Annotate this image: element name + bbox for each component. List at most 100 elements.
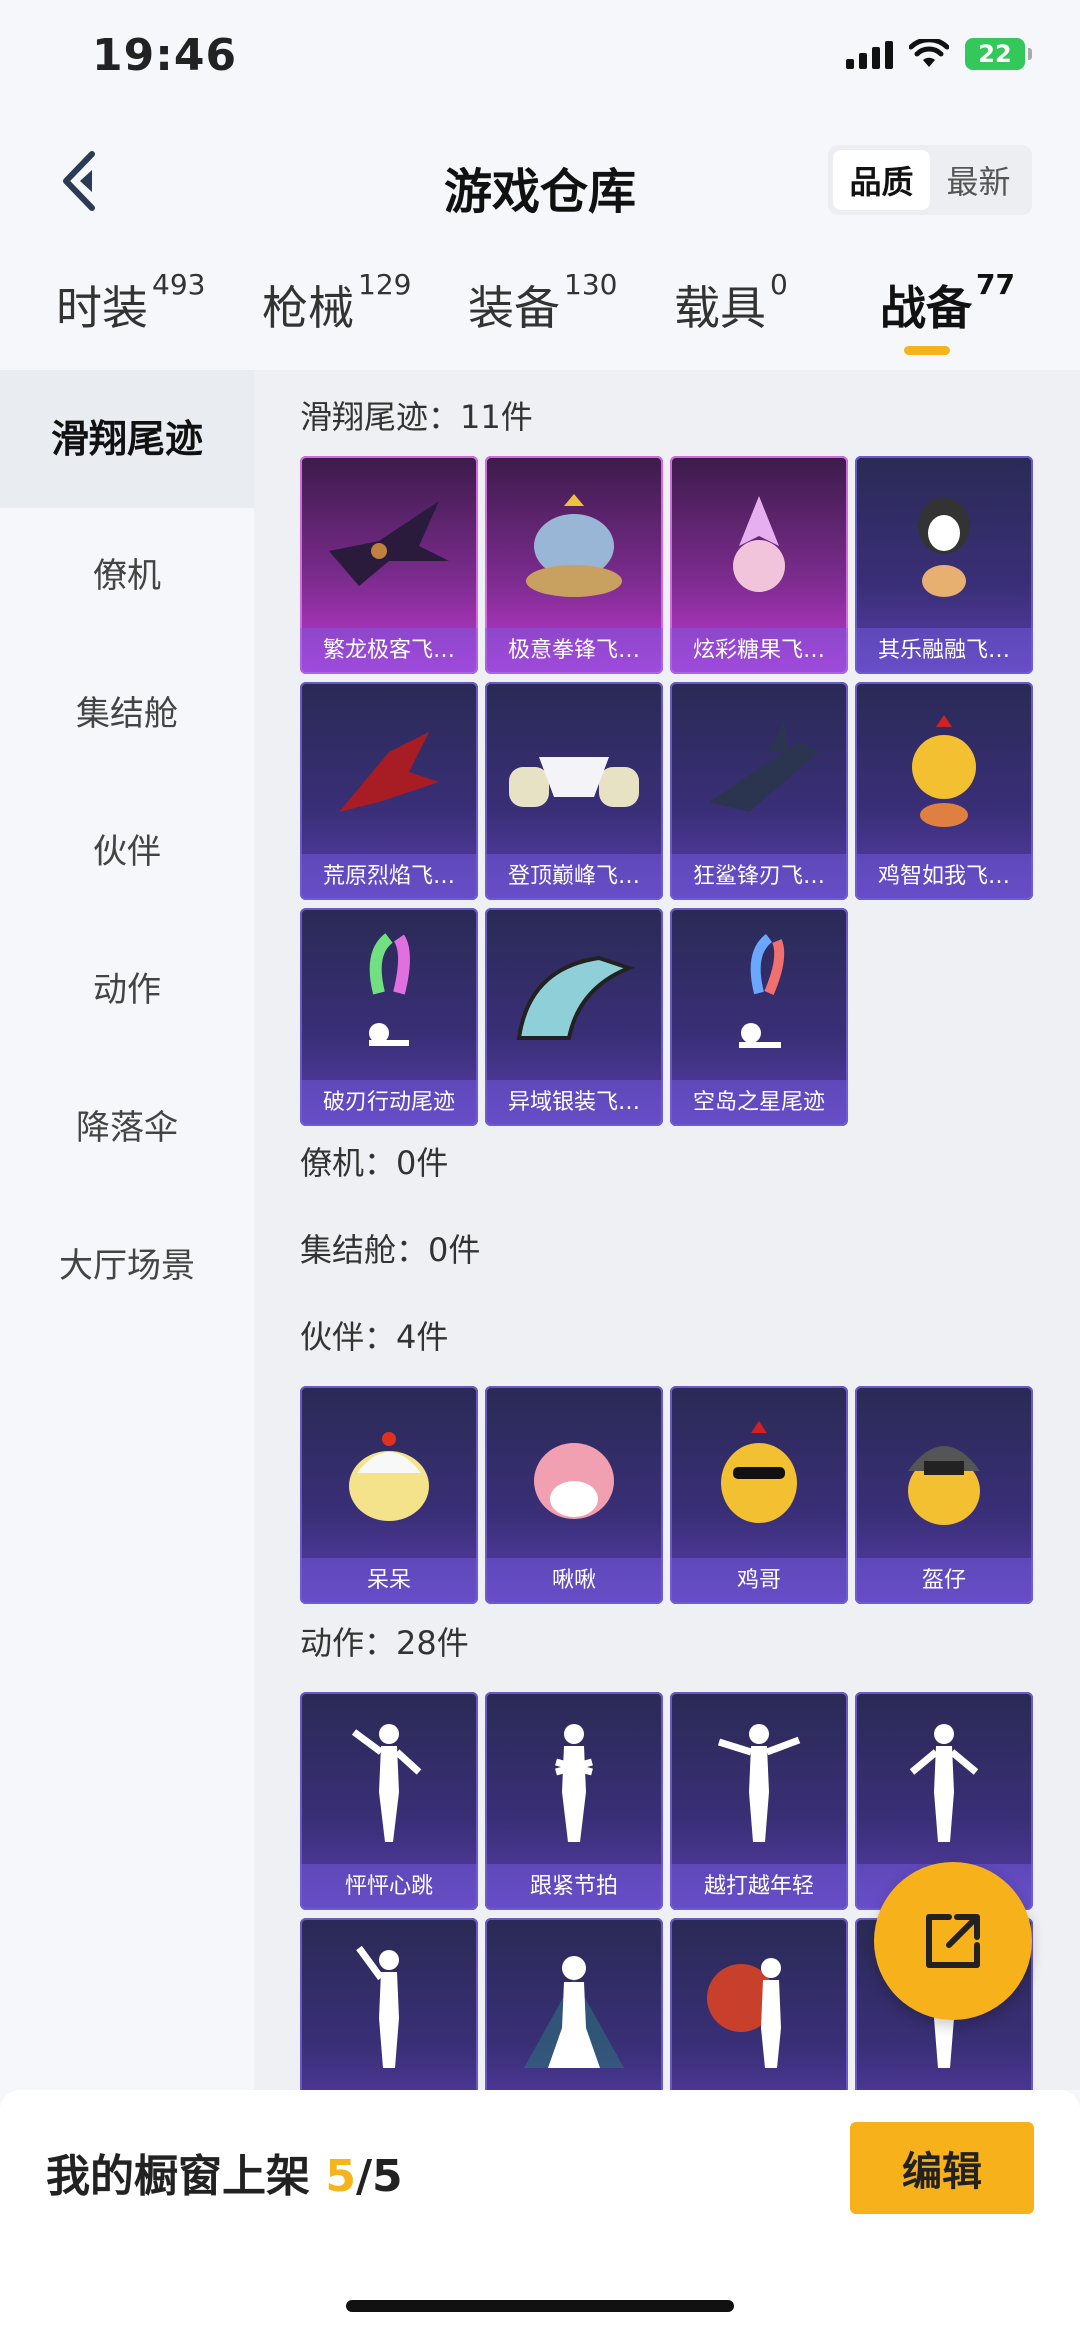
item-card[interactable]: 破刃行动尾迹 bbox=[300, 908, 478, 1126]
item-image bbox=[855, 1406, 1033, 1546]
battery-icon: 22 bbox=[965, 38, 1032, 70]
item-image bbox=[670, 1938, 848, 2078]
tab-vehicles[interactable]: 载具 0 bbox=[674, 268, 788, 338]
cellular-signal-icon bbox=[846, 39, 893, 69]
item-card[interactable]: 越打越年轻 bbox=[670, 1692, 848, 1910]
item-card[interactable]: 异域银装飞… bbox=[485, 908, 663, 1126]
active-tab-indicator bbox=[904, 346, 950, 355]
item-image bbox=[485, 1406, 663, 1546]
item-card[interactable]: 极意拳锋飞… bbox=[485, 456, 663, 674]
item-image bbox=[485, 1938, 663, 2078]
item-card[interactable]: 登顶巅峰飞… bbox=[485, 682, 663, 900]
item-card[interactable]: 盔仔 bbox=[855, 1386, 1033, 1604]
item-image bbox=[300, 1406, 478, 1546]
tab-count: 129 bbox=[358, 268, 412, 301]
tab-count: 130 bbox=[564, 268, 618, 301]
item-card[interactable]: 呆呆 bbox=[300, 1386, 478, 1604]
item-image bbox=[485, 928, 663, 1068]
sidebar-item-parachute[interactable]: 降落伞 bbox=[0, 1100, 254, 1149]
item-card[interactable] bbox=[485, 1918, 663, 2090]
item-label: 登顶巅峰飞… bbox=[485, 854, 663, 900]
item-image bbox=[855, 702, 1033, 842]
item-label: 呆呆 bbox=[300, 1558, 478, 1604]
sidebar: 滑翔尾迹 僚机 集结舱 伙伴 动作 降落伞 大厅场景 bbox=[0, 370, 254, 2090]
item-image bbox=[670, 476, 848, 616]
item-image bbox=[300, 928, 478, 1068]
section-title-emote: 动作：28件 bbox=[300, 1624, 469, 1662]
item-card[interactable]: 鸡智如我飞… bbox=[855, 682, 1033, 900]
item-image bbox=[855, 1712, 1033, 1852]
item-grid-panel[interactable]: 滑翔尾迹：11件 繁龙极客飞… 极意拳锋飞… 炫彩糖果飞… 其乐融融飞… 荒原烈… bbox=[254, 370, 1080, 2090]
item-card[interactable]: 荒原烈焰飞… bbox=[300, 682, 478, 900]
tab-fashion[interactable]: 时装 493 bbox=[56, 268, 205, 338]
item-image bbox=[670, 1712, 848, 1852]
item-label: 鸡哥 bbox=[670, 1558, 848, 1604]
item-label: 破刃行动尾迹 bbox=[300, 1080, 478, 1126]
item-label: 鸡智如我飞… bbox=[855, 854, 1033, 900]
item-label: 异域银装飞… bbox=[485, 1080, 663, 1126]
tab-gear[interactable]: 战备 77 bbox=[880, 268, 1015, 338]
item-label: 狂鲨锋刃飞… bbox=[670, 854, 848, 900]
sidebar-item-glide-trail[interactable]: 滑翔尾迹 bbox=[0, 370, 254, 508]
sidebar-item-partner[interactable]: 伙伴 bbox=[0, 824, 254, 873]
item-image bbox=[670, 702, 848, 842]
section-title-partner: 伙伴：4件 bbox=[300, 1318, 449, 1356]
tab-count: 493 bbox=[152, 268, 206, 301]
item-card[interactable]: 怦怦心跳 bbox=[300, 1692, 478, 1910]
item-card[interactable]: 繁龙极客飞… bbox=[300, 456, 478, 674]
tab-label: 载具 bbox=[674, 281, 766, 335]
item-card[interactable] bbox=[300, 1918, 478, 2090]
share-button[interactable] bbox=[874, 1862, 1032, 2020]
item-card[interactable]: 空岛之星尾迹 bbox=[670, 908, 848, 1126]
header: 游戏仓库 品质 最新 bbox=[0, 120, 1080, 240]
sidebar-item-assembly-pod[interactable]: 集结舱 bbox=[0, 686, 254, 735]
sort-newest-button[interactable]: 最新 bbox=[930, 150, 1027, 210]
sort-toggle[interactable]: 品质 最新 bbox=[828, 145, 1032, 215]
tab-count: 0 bbox=[770, 268, 788, 301]
item-card[interactable]: 啾啾 bbox=[485, 1386, 663, 1604]
item-label: 繁龙极客飞… bbox=[300, 628, 478, 674]
item-card[interactable]: 跟紧节拍 bbox=[485, 1692, 663, 1910]
item-image bbox=[485, 702, 663, 842]
tab-equipment[interactable]: 装备 130 bbox=[468, 268, 617, 338]
item-card[interactable]: 炫彩糖果飞… bbox=[670, 456, 848, 674]
item-image bbox=[485, 476, 663, 616]
status-icons: 22 bbox=[846, 38, 1032, 70]
share-external-icon bbox=[926, 1914, 980, 1968]
item-label: 荒原烈焰飞… bbox=[300, 854, 478, 900]
item-label: 啾啾 bbox=[485, 1558, 663, 1604]
tab-weapons[interactable]: 枪械 129 bbox=[262, 268, 411, 338]
item-image bbox=[300, 476, 478, 616]
showcase-current: 5 bbox=[325, 2151, 356, 2202]
tab-label: 战备 bbox=[880, 281, 972, 335]
item-label: 炫彩糖果飞… bbox=[670, 628, 848, 674]
tab-label: 装备 bbox=[468, 281, 560, 335]
item-label: 怦怦心跳 bbox=[300, 1864, 478, 1910]
item-card[interactable] bbox=[670, 1918, 848, 2090]
status-bar: 19:46 22 bbox=[0, 0, 1080, 120]
sidebar-item-lobby-scene[interactable]: 大厅场景 bbox=[0, 1238, 254, 1287]
sidebar-item-emote[interactable]: 动作 bbox=[0, 962, 254, 1011]
tab-label: 时装 bbox=[56, 281, 148, 335]
item-image bbox=[855, 476, 1033, 616]
item-label: 跟紧节拍 bbox=[485, 1864, 663, 1910]
item-label: 极意拳锋飞… bbox=[485, 628, 663, 674]
section-title-wingman: 僚机：0件 bbox=[300, 1144, 449, 1182]
item-card[interactable]: 其乐融融飞… bbox=[855, 456, 1033, 674]
home-indicator bbox=[346, 2300, 734, 2312]
sort-quality-button[interactable]: 品质 bbox=[833, 150, 930, 210]
item-label: 越打越年轻 bbox=[670, 1864, 848, 1910]
tab-count: 77 bbox=[976, 268, 1015, 301]
sidebar-item-wingman[interactable]: 僚机 bbox=[0, 548, 254, 597]
item-card[interactable]: 鸡哥 bbox=[670, 1386, 848, 1604]
wifi-icon bbox=[909, 39, 949, 67]
item-card[interactable]: 狂鲨锋刃飞… bbox=[670, 682, 848, 900]
item-label: 空岛之星尾迹 bbox=[670, 1080, 848, 1126]
item-image bbox=[485, 1712, 663, 1852]
battery-level: 22 bbox=[978, 40, 1012, 68]
section-title-glide: 滑翔尾迹：11件 bbox=[300, 398, 533, 436]
edit-button[interactable]: 编辑 bbox=[850, 2122, 1034, 2214]
section-title-pod: 集结舱：0件 bbox=[300, 1231, 481, 1269]
tab-label: 枪械 bbox=[262, 281, 354, 335]
showcase-total: /5 bbox=[355, 2151, 403, 2202]
